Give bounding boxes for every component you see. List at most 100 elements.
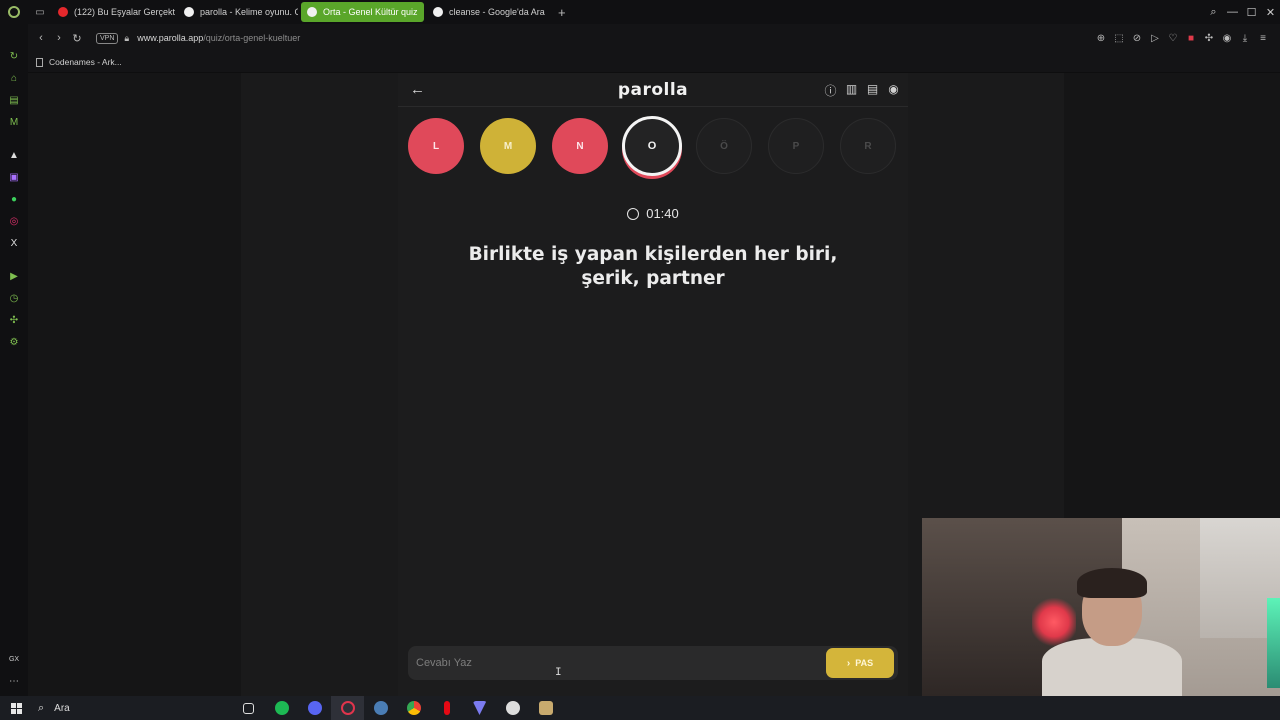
extension-icons: ⊕ ⬚ ⊘ ▷ ♡ ■ ✣ ◉ ⤓ ≡ — [1092, 24, 1272, 52]
opera-gx-icon[interactable] — [331, 696, 364, 720]
url-path: /quiz/orta-genel-kueltuer — [203, 33, 301, 43]
vpn-badge[interactable]: VPN — [96, 32, 119, 44]
letter-label: M — [503, 140, 513, 152]
letter-label: N — [576, 140, 584, 152]
minimize-icon[interactable]: — — [1223, 6, 1242, 18]
letter-circle: R — [840, 118, 896, 174]
letter-label: L — [432, 140, 440, 152]
info-icon[interactable]: ⓘ — [820, 82, 841, 99]
tab-menu-icon[interactable]: ▭ — [28, 0, 52, 24]
task-view-icon[interactable] — [232, 696, 265, 720]
stats-icon[interactable]: ▥ — [841, 82, 862, 99]
pin-icon[interactable]: ⊕ — [1092, 33, 1110, 44]
history-icon[interactable]: ◷ — [8, 293, 20, 305]
tab-google[interactable]: cleanse - Google'da Ara — [427, 2, 547, 22]
start-button[interactable] — [0, 702, 32, 714]
app-header: ← parolla ⓘ ▥ ▤ ◉ — [398, 73, 908, 107]
pass-button[interactable]: › PAS — [826, 648, 894, 678]
new-tab-button[interactable]: + — [550, 5, 574, 20]
pass-label: PAS — [855, 658, 874, 668]
settings-icon[interactable]: ⚙ — [8, 337, 20, 349]
search-icon: ⌕ — [38, 701, 45, 714]
adblock-icon[interactable]: ⊘ — [1128, 33, 1146, 44]
obs-icon[interactable] — [496, 696, 529, 720]
screen: ▭ (122) Bu Eşyalar Gerçekte parolla - Ke… — [0, 0, 1280, 720]
browser-sidebar: ↻ ⌂ ▤ M ▲ ▣ ● ◎ X ▶ ◷ ✣ ⚙ GX ⋯ — [0, 24, 28, 696]
gx-sidebar-label-icon[interactable]: GX — [8, 654, 20, 666]
steam-icon[interactable] — [364, 696, 397, 720]
timer: 01:40 — [398, 206, 908, 221]
letter-circle: P — [768, 118, 824, 174]
lock-icon[interactable]: 🔒︎ — [124, 33, 129, 44]
tab-youtube[interactable]: (122) Bu Eşyalar Gerçekte — [52, 2, 175, 22]
spotify-icon[interactable] — [265, 696, 298, 720]
discord-icon[interactable] — [298, 696, 331, 720]
menu-icon[interactable]: ≡ — [1254, 33, 1272, 44]
bookmark-codenames[interactable]: Codenames - Ark... — [49, 57, 122, 67]
feedback-icon[interactable]: ▤ — [862, 82, 883, 99]
letter-label: R — [864, 140, 872, 152]
bookmark-page-icon — [36, 57, 43, 67]
instagram-icon[interactable]: ◎ — [8, 216, 20, 228]
arrow-up-icon[interactable]: ▲ — [8, 150, 20, 162]
url-field[interactable]: www.parolla.app/quiz/orta-genel-kueltuer — [137, 33, 300, 43]
league-icon[interactable] — [529, 696, 562, 720]
back-icon[interactable]: ‹ — [32, 32, 50, 44]
webcam-overlay — [922, 518, 1280, 696]
search-tabs-icon[interactable]: ⌕ — [1204, 6, 1223, 19]
letter-circle: M — [480, 118, 536, 174]
gx-corner-icon[interactable]: ⌂ — [8, 73, 20, 85]
header-actions: ⓘ ▥ ▤ ◉ — [820, 82, 904, 99]
search-label: Ara — [54, 702, 70, 714]
letter-circle-current: O — [622, 116, 682, 176]
user-icon[interactable]: ◉ — [883, 82, 904, 99]
address-bar: ‹ › ↻ VPN 🔒︎ www.parolla.app/quiz/orta-g… — [28, 24, 1280, 52]
youtube-icon — [58, 7, 68, 17]
tab-quiz-active[interactable]: Orta - Genel Kültür quiz — [301, 2, 424, 22]
taskbar-apps — [232, 696, 562, 720]
opera-gx-logo-icon[interactable] — [0, 0, 28, 24]
profile-icon[interactable]: ◉ — [1218, 33, 1236, 44]
forward-icon[interactable]: › — [50, 32, 68, 44]
download-icon[interactable]: ⤓ — [1236, 33, 1254, 44]
snapshot-icon[interactable]: ⬚ — [1110, 33, 1128, 44]
timer-value: 01:40 — [646, 206, 679, 221]
taskbar-search[interactable]: ⌕ Ara — [32, 696, 232, 720]
webcam-led-light — [1032, 598, 1076, 646]
chevron-right-icon: › — [846, 657, 851, 669]
letter-label: O — [647, 140, 657, 152]
tab-title: parolla - Kelime oyunu. G — [200, 7, 298, 17]
netflix-icon[interactable] — [430, 696, 463, 720]
parolla-app: ← parolla ⓘ ▥ ▤ ◉ L M N O Ö P R 01:40 Bi… — [398, 73, 908, 696]
gx-m-icon[interactable]: M — [8, 117, 20, 129]
player-sidebar-icon[interactable]: ▶ — [8, 271, 20, 283]
reload-icon[interactable]: ↻ — [68, 32, 86, 45]
clock-icon — [627, 208, 640, 220]
windows-icon — [10, 702, 22, 714]
heart-icon[interactable]: ♡ — [1164, 33, 1182, 44]
parolla-favicon-icon — [184, 7, 194, 17]
chrome-icon[interactable] — [397, 696, 430, 720]
x-twitter-icon[interactable]: X — [8, 238, 20, 250]
extensions-icon[interactable]: ✣ — [8, 315, 20, 327]
twitch-icon[interactable]: ▣ — [8, 172, 20, 184]
valorant-icon[interactable] — [463, 696, 496, 720]
more-icon[interactable]: ⋯ — [8, 676, 20, 688]
maximize-icon[interactable]: ☐ — [1242, 6, 1261, 19]
whatsapp-icon[interactable]: ● — [8, 194, 20, 206]
close-icon[interactable]: ✕ — [1261, 6, 1280, 19]
url-host: www.parolla.app — [137, 33, 204, 43]
tab-bar: ▭ (122) Bu Eşyalar Gerçekte parolla - Ke… — [0, 0, 1280, 24]
webcam-pc-light — [1267, 598, 1280, 688]
bookmarks-bar: Codenames - Ark... — [28, 52, 1280, 72]
extension-red-icon[interactable]: ■ — [1182, 33, 1200, 44]
answer-input[interactable] — [416, 654, 806, 672]
tab-parolla[interactable]: parolla - Kelime oyunu. G — [178, 2, 298, 22]
parolla-favicon-icon — [307, 7, 317, 17]
player-icon[interactable]: ▷ — [1146, 33, 1164, 44]
news-icon[interactable]: ▤ — [8, 95, 20, 107]
gx-control-icon[interactable]: ↻ — [8, 51, 20, 63]
puzzle-icon[interactable]: ✣ — [1200, 33, 1218, 44]
letter-label: P — [792, 140, 800, 152]
question-text: Birlikte iş yapan kişilerden her biri, ş… — [468, 244, 838, 289]
